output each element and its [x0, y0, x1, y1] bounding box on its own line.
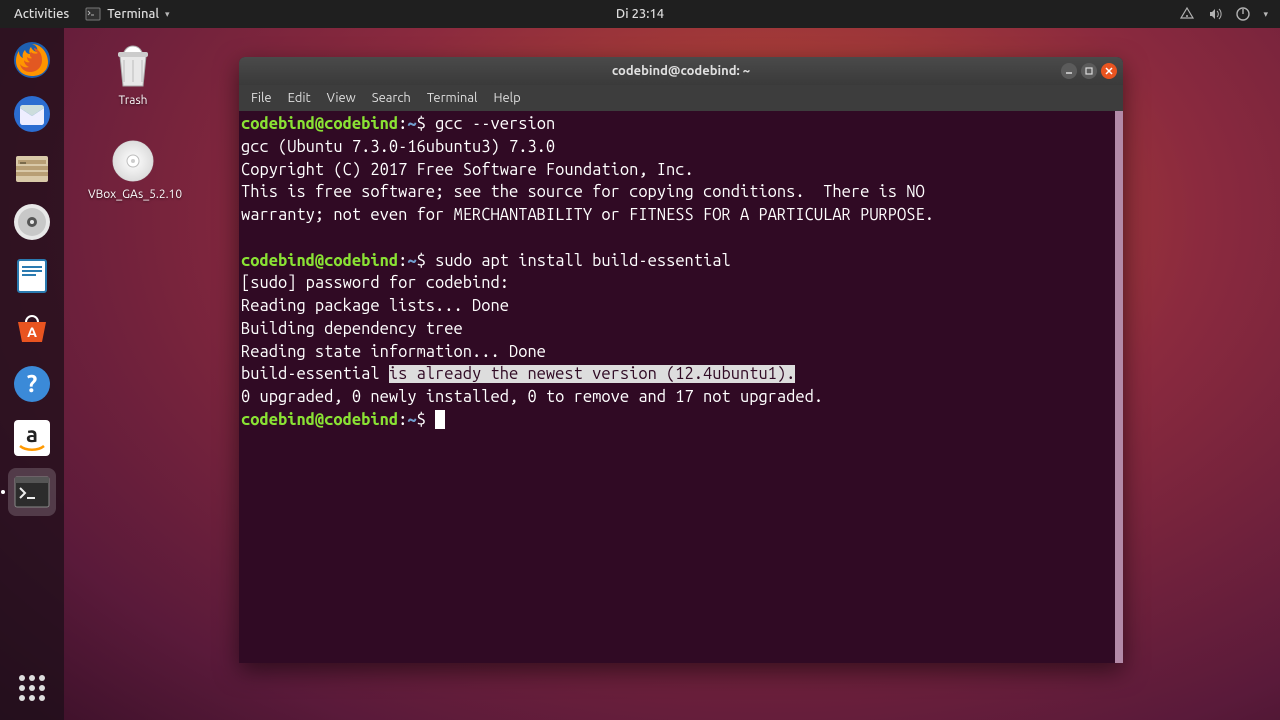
terminal-icon — [12, 472, 52, 512]
window-title: codebind@codebind: ~ — [612, 64, 750, 78]
desktop-trash[interactable]: Trash — [88, 44, 178, 107]
menu-help[interactable]: Help — [485, 88, 528, 108]
scrollbar[interactable] — [1115, 111, 1123, 663]
menu-view[interactable]: View — [319, 88, 364, 108]
dock-show-apps[interactable] — [8, 664, 56, 712]
command-text: sudo apt install build-essential — [435, 252, 731, 270]
terminal-menubar: File Edit View Search Terminal Help — [239, 85, 1123, 111]
terminal-output: Copyright (C) 2017 Free Software Foundat… — [241, 159, 1121, 182]
terminal-output: Reading state information... Done — [241, 341, 1121, 364]
selected-text: is already the newest version (12.4ubunt… — [389, 365, 796, 383]
dock-help[interactable]: ? — [8, 360, 56, 408]
prompt-user: codebind@codebind — [241, 252, 398, 270]
dock-thunderbird[interactable] — [8, 90, 56, 138]
svg-text:?: ? — [27, 370, 38, 397]
dock-libreoffice-writer[interactable] — [8, 252, 56, 300]
chevron-down-icon: ▾ — [165, 9, 170, 20]
app-menu-label: Terminal — [107, 7, 159, 21]
desktop-icon-label: Trash — [88, 94, 178, 107]
menu-edit[interactable]: Edit — [280, 88, 319, 108]
apps-grid-icon — [12, 668, 52, 708]
power-icon — [1235, 6, 1251, 22]
menu-file[interactable]: File — [243, 88, 280, 108]
disc-icon — [110, 138, 156, 184]
dock-files[interactable] — [8, 144, 56, 192]
prompt-path: ~ — [407, 252, 416, 270]
volume-icon — [1207, 6, 1223, 22]
desktop-vbox-ga[interactable]: VBox_GAs_5.2.10 — [88, 138, 178, 201]
terminal-output: Building dependency tree — [241, 318, 1121, 341]
system-tray[interactable]: ▾ — [1179, 6, 1280, 22]
terminal-icon — [85, 6, 101, 22]
minimize-icon — [1065, 67, 1073, 75]
svg-text:A: A — [27, 324, 37, 340]
close-icon — [1105, 67, 1113, 75]
command-text: gcc --version — [435, 115, 555, 133]
terminal-output: Reading package lists... Done — [241, 295, 1121, 318]
ubuntu-dock: A ? a — [0, 28, 64, 720]
window-titlebar[interactable]: codebind@codebind: ~ — [239, 57, 1123, 85]
rhythmbox-icon — [12, 202, 52, 242]
activities-button[interactable]: Activities — [8, 7, 75, 21]
prompt-user: codebind@codebind — [241, 411, 398, 429]
writer-icon — [12, 256, 52, 296]
clock[interactable]: Di 23:14 — [616, 7, 664, 21]
terminal-output: warranty; not even for MERCHANTABILITY o… — [241, 204, 1121, 227]
maximize-button[interactable] — [1081, 63, 1097, 79]
dock-amazon[interactable]: a — [8, 414, 56, 462]
minimize-button[interactable] — [1061, 63, 1077, 79]
prompt-path: ~ — [407, 115, 416, 133]
terminal-output: build-essential — [241, 365, 389, 383]
maximize-icon — [1085, 67, 1093, 75]
chevron-down-icon: ▾ — [1263, 9, 1268, 20]
svg-text:a: a — [26, 422, 38, 447]
terminal-output: gcc (Ubuntu 7.3.0-16ubuntu3) 7.3.0 — [241, 136, 1121, 159]
dock-ubuntu-software[interactable]: A — [8, 306, 56, 354]
network-icon — [1179, 6, 1195, 22]
prompt-user: codebind@codebind — [241, 115, 398, 133]
menu-terminal[interactable]: Terminal — [419, 88, 486, 108]
files-icon — [12, 148, 52, 188]
dock-terminal[interactable] — [8, 468, 56, 516]
menu-search[interactable]: Search — [364, 88, 419, 108]
dock-rhythmbox[interactable] — [8, 198, 56, 246]
amazon-icon: a — [12, 418, 52, 458]
software-icon: A — [12, 310, 52, 350]
thunderbird-icon — [12, 94, 52, 134]
terminal-output: This is free software; see the source fo… — [241, 181, 1121, 204]
desktop-icon-label: VBox_GAs_5.2.10 — [88, 188, 178, 201]
gnome-top-panel: Activities Terminal ▾ Di 23:14 ▾ — [0, 0, 1280, 28]
firefox-icon — [12, 40, 52, 80]
cursor — [435, 410, 445, 429]
app-menu[interactable]: Terminal ▾ — [79, 6, 175, 22]
terminal-content[interactable]: codebind@codebind:~$ gcc --version gcc (… — [239, 111, 1123, 663]
terminal-output: 0 upgraded, 0 newly installed, 0 to remo… — [241, 386, 1121, 409]
help-icon: ? — [12, 364, 52, 404]
close-button[interactable] — [1101, 63, 1117, 79]
terminal-window: codebind@codebind: ~ File Edit View Sear… — [239, 57, 1123, 663]
terminal-output: [sudo] password for codebind: — [241, 272, 1121, 295]
dock-firefox[interactable] — [8, 36, 56, 84]
prompt-path: ~ — [407, 411, 416, 429]
trash-icon — [110, 44, 156, 90]
